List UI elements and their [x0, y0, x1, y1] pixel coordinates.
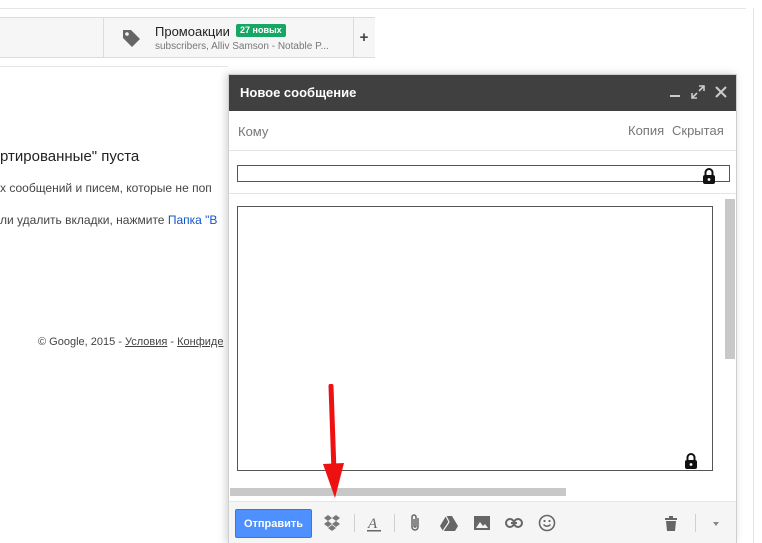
svg-text:A: A: [367, 516, 378, 532]
right-divider: [753, 8, 754, 543]
empty-folder-hint-text: ли удалить вкладки, нажмите: [0, 213, 168, 227]
tab-primary[interactable]: [0, 18, 104, 57]
bcc-link[interactable]: Скрытая: [672, 123, 724, 138]
drive-icon[interactable]: [439, 513, 459, 533]
attach-icon[interactable]: [406, 513, 426, 533]
tab-promotions-snippet: subscribers, Alliv Samson - Notable P...: [155, 41, 329, 52]
send-button[interactable]: Отправить: [235, 509, 312, 538]
horizontal-scrollbar[interactable]: [230, 488, 566, 496]
tab-promotions[interactable]: Промоакции 27 новых subscribers, Alliv S…: [104, 18, 354, 57]
privacy-link[interactable]: Конфиде: [177, 336, 223, 348]
terms-link[interactable]: Условия: [125, 336, 167, 348]
new-count-badge: 27 новых: [236, 24, 286, 37]
footer-separator: -: [167, 336, 178, 348]
recipients-row[interactable]: Кому Копия Скрытая: [229, 111, 736, 151]
link-icon[interactable]: [504, 513, 524, 533]
subject-row: [229, 152, 736, 194]
subject-input[interactable]: [237, 165, 730, 182]
toolbar-separator: [695, 514, 696, 532]
expand-icon[interactable]: [689, 83, 707, 101]
empty-folder-text: х сообщений и писем, которые не поп: [0, 181, 212, 195]
toolbar-separator: [354, 514, 355, 532]
minimize-icon[interactable]: [666, 83, 684, 101]
emoji-icon[interactable]: [537, 513, 557, 533]
add-tab-button[interactable]: +: [354, 18, 374, 57]
compose-header[interactable]: Новое сообщение: [229, 75, 736, 111]
close-icon[interactable]: [712, 83, 730, 101]
cc-link[interactable]: Копия: [628, 123, 664, 138]
empty-folder-title: ртированные" пуста: [0, 148, 140, 165]
annotation-arrow: [323, 384, 344, 498]
footer: © Google, 2015 - Условия - Конфиде: [38, 336, 223, 348]
vertical-scrollbar[interactable]: [725, 199, 735, 359]
message-body-input[interactable]: [237, 206, 713, 471]
photo-icon[interactable]: [472, 513, 492, 533]
tag-icon: [123, 30, 140, 47]
dropbox-icon[interactable]: [322, 513, 342, 533]
trash-icon[interactable]: [661, 513, 681, 533]
toolbar-separator: [394, 514, 395, 532]
format-text-icon[interactable]: A: [364, 513, 384, 533]
lock-icon: [685, 453, 697, 469]
compose-title: Новое сообщение: [240, 85, 357, 100]
empty-folder-hint: ли удалить вкладки, нажмите Папка "В: [0, 213, 217, 227]
top-divider: [0, 8, 746, 9]
tab-promotions-title: Промоакции: [155, 24, 230, 39]
more-options-icon[interactable]: [706, 513, 726, 533]
folder-link[interactable]: Папка "В: [168, 213, 218, 227]
compose-window: Новое сообщение Кому Копия Скрытая Отпра…: [228, 74, 737, 543]
lock-icon: [703, 168, 715, 184]
copyright-text: © Google, 2015 -: [38, 336, 125, 348]
inbox-tabs: Промоакции 27 новых subscribers, Alliv S…: [0, 17, 375, 58]
to-field-label[interactable]: Кому: [238, 124, 268, 139]
list-divider: [0, 66, 228, 67]
compose-toolbar: Отправить A: [229, 501, 736, 543]
